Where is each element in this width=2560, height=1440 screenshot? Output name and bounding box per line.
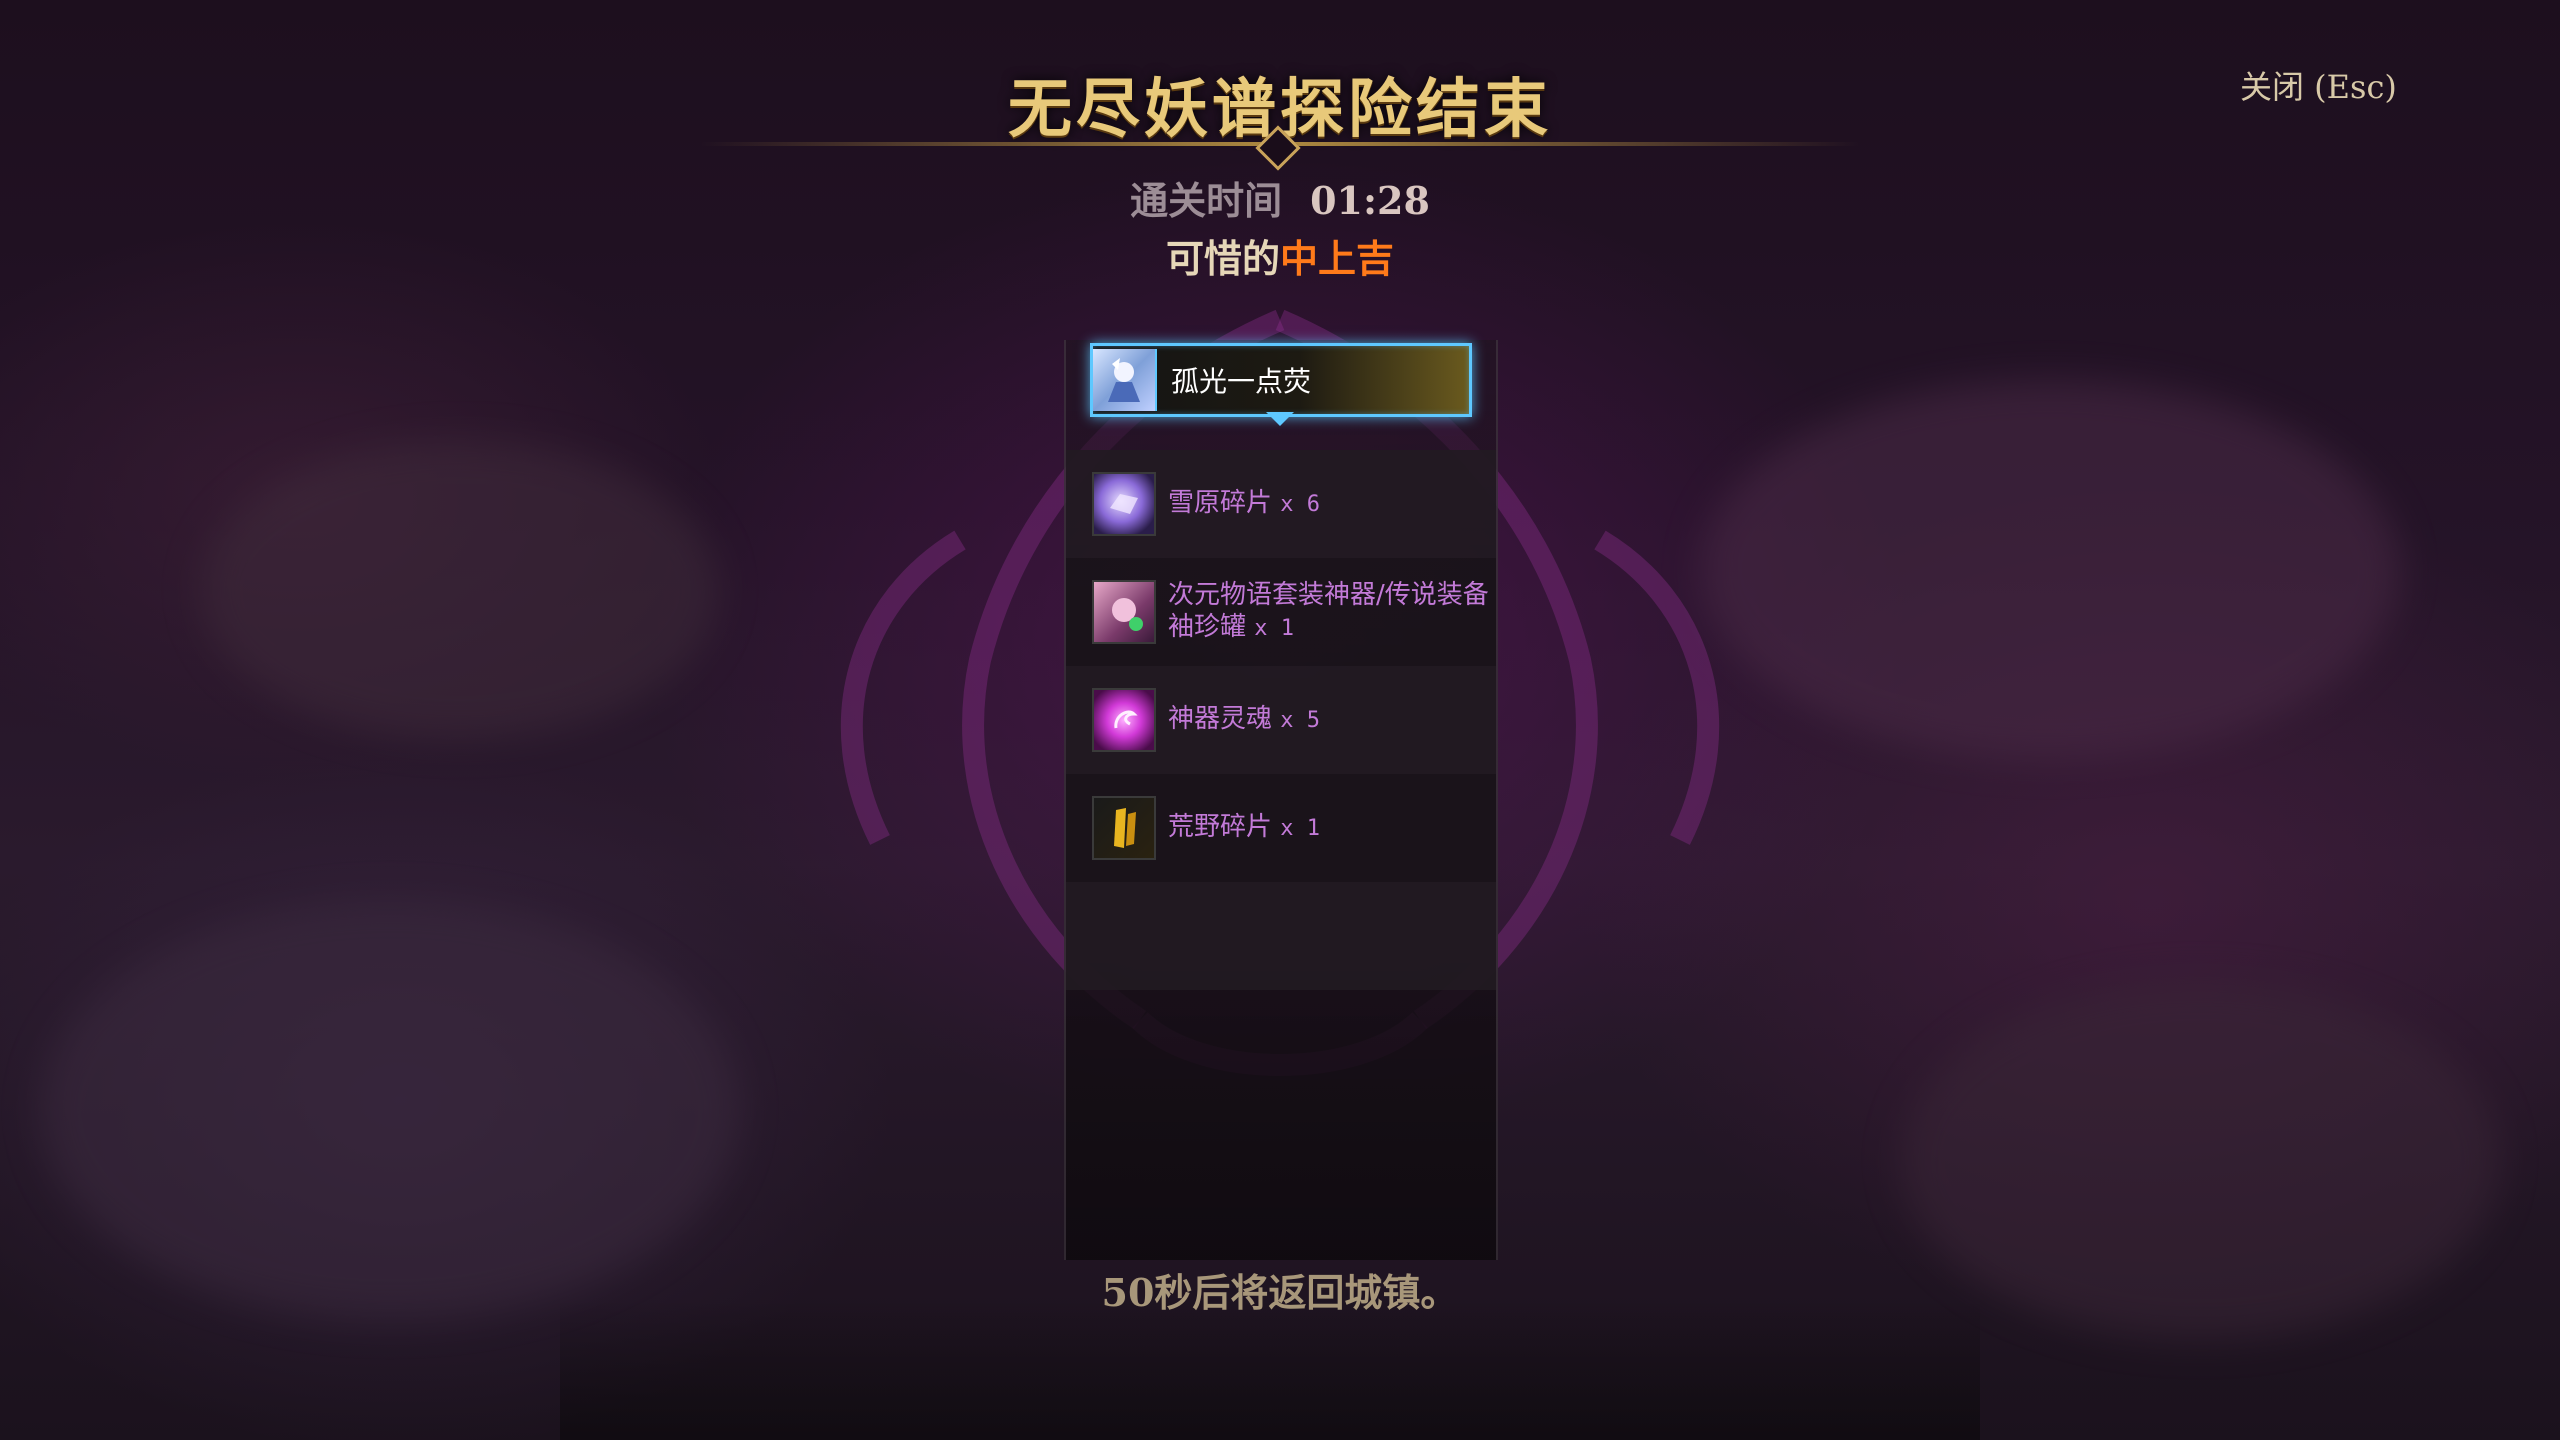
background-foliage [1700, 380, 2400, 760]
reward-item[interactable]: 神器灵魂 x 5 [1066, 666, 1496, 774]
clear-time-value: 01:28 [1310, 178, 1430, 223]
reward-item-qty: x 1 [1280, 816, 1321, 841]
reward-item-name: 次元物语套装神器/传说装备袖珍罐 [1168, 580, 1489, 642]
pocket-jar-icon [1092, 580, 1156, 644]
snowfield-shard-icon [1092, 472, 1156, 536]
reward-item-qty: x 6 [1280, 492, 1321, 517]
reward-item-name: 神器灵魂 [1168, 704, 1273, 734]
reward-item-label: 神器灵魂 x 5 [1168, 703, 1496, 737]
reward-slot-empty [1066, 882, 1496, 990]
header-pointer-arrow [1266, 412, 1294, 426]
bottom-hud-dimmed [560, 1300, 1980, 1440]
reward-item-label: 雪原碎片 x 6 [1168, 487, 1496, 521]
reward-item[interactable]: 次元物语套装神器/传说装备袖珍罐 x 1 [1066, 558, 1496, 666]
result-grade: 可惜的中上吉 [0, 228, 2560, 283]
selected-reward-header[interactable]: 孤光一点荧 [1090, 343, 1472, 417]
wilderness-shard-icon [1092, 796, 1156, 860]
result-prefix: 可惜的 [1165, 236, 1280, 281]
character-portrait-icon [1093, 349, 1157, 411]
reward-item-label: 次元物语套装神器/传说装备袖珍罐 x 1 [1168, 579, 1496, 645]
return-town-countdown: 50秒后将返回城镇。 [1101, 1270, 1459, 1315]
artifact-soul-icon [1092, 688, 1156, 752]
clear-time: 通关时间 01:28 [0, 170, 2560, 225]
selected-reward-name: 孤光一点荧 [1171, 365, 1312, 398]
result-grade-value: 中上吉 [1280, 236, 1395, 281]
reward-panel: 雪原碎片 x 6 次元物语套装神器/传说装备袖珍罐 x 1 神器灵魂 x 5 荒… [1064, 340, 1498, 1260]
reward-item-qty: x 1 [1254, 616, 1295, 641]
reward-item[interactable]: 雪原碎片 x 6 [1066, 450, 1496, 558]
reward-item[interactable]: 荒野碎片 x 1 [1066, 774, 1496, 882]
background-foliage [200, 440, 720, 740]
reward-item-name: 荒野碎片 [1168, 812, 1273, 842]
reward-item-qty: x 5 [1280, 708, 1321, 733]
reward-item-name: 雪原碎片 [1168, 488, 1273, 518]
background-foliage [40, 900, 740, 1320]
close-button[interactable]: 关闭 (Esc) [2240, 62, 2397, 108]
clear-time-label: 通关时间 [1130, 178, 1283, 223]
game-screen: 无尽妖谱探险结束 关闭 (Esc) 通关时间 01:28 可惜的中上吉 雪原碎片 … [0, 0, 2560, 1440]
reward-item-label: 荒野碎片 x 1 [1168, 811, 1496, 845]
